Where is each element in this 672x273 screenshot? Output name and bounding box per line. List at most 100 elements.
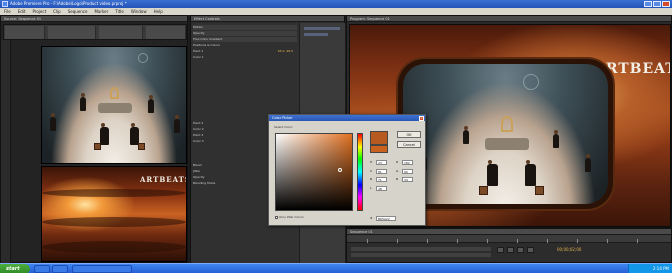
lightness-input[interactable]: 48 (376, 185, 387, 191)
color-field-row: L 48 (370, 185, 424, 192)
tv-frame-shape (398, 59, 613, 209)
menu-help[interactable]: Help (154, 8, 163, 15)
minimize-button[interactable] (644, 1, 652, 7)
timeline-panel: Sequence 01 00;00;02;00 (346, 228, 672, 263)
hue-slider[interactable] (357, 133, 363, 211)
hex-input[interactable]: B65A22 (376, 216, 396, 221)
blue-input[interactable]: 34 (402, 177, 413, 182)
stage-platform (98, 103, 132, 113)
sunset-thumbnail[interactable]: ARTBEATS (41, 166, 187, 262)
menu-title[interactable]: Title (115, 8, 124, 15)
start-button[interactable]: start (0, 264, 30, 273)
audio-track[interactable] (351, 253, 491, 257)
effect-controls-tab[interactable]: Effect Controls (191, 16, 344, 22)
video-track[interactable] (351, 247, 491, 251)
effect-row[interactable]: Opacity (193, 31, 297, 36)
taskbar-item[interactable] (34, 265, 50, 273)
chair (479, 186, 488, 195)
close-icon[interactable]: × (419, 115, 424, 121)
taskbar-item[interactable] (72, 265, 132, 273)
menu-bar: File Edit Project Clip Sequence Marker T… (0, 8, 672, 15)
effect-row[interactable]: Positions & Colors (193, 43, 297, 48)
artbeats-logo: ARTBEATS (140, 175, 187, 184)
menu-sequence[interactable]: Sequence (68, 8, 88, 15)
musician (487, 160, 498, 186)
harp (501, 116, 513, 132)
menu-marker[interactable]: Marker (94, 8, 108, 15)
color-picker-title: Color Picker (272, 116, 293, 120)
keyframe-bar (304, 27, 340, 30)
ok-button[interactable]: OK (397, 131, 421, 138)
cloud-band (42, 189, 186, 197)
color-marker[interactable] (338, 168, 342, 172)
step-back-button[interactable] (497, 247, 504, 253)
tools-column (1, 40, 11, 264)
musician (585, 154, 591, 172)
project-strip (3, 24, 187, 40)
stage-platform (485, 138, 529, 150)
time-ruler[interactable] (347, 235, 671, 243)
taskbar-item[interactable] (52, 265, 68, 273)
transport-controls (497, 247, 534, 253)
menu-window[interactable]: Window (131, 8, 147, 15)
premiere-app-icon (2, 1, 8, 7)
source-panel-tab[interactable]: Source: Sequence 01 (1, 16, 187, 22)
menu-project[interactable]: Project (32, 8, 46, 15)
select-color-label: Select Color: (274, 125, 293, 129)
color-field-row: S 81 G 90 (370, 168, 424, 175)
web-colors-checkbox[interactable]: Only Web Colors (275, 215, 304, 219)
green-input[interactable]: 90 (402, 168, 413, 174)
project-cell[interactable] (5, 26, 45, 39)
loop-button[interactable] (527, 247, 534, 253)
musician (50, 113, 56, 131)
step-forward-button[interactable] (517, 247, 524, 253)
effect-row[interactable]: Four-Color Gradient (193, 37, 297, 42)
project-cell[interactable] (48, 26, 96, 39)
harp (110, 87, 119, 99)
system-tray-clock: 2:14 PM (628, 264, 672, 273)
musician (463, 126, 469, 144)
saturation-input[interactable]: 81 (376, 168, 387, 174)
project-cell[interactable] (146, 26, 186, 39)
cancel-button[interactable]: Cancel (397, 141, 421, 148)
color-picker-dialog: Color Picker × Select Color: OK Cancel H… (268, 114, 426, 226)
color-field-row: B 71 B 34 (370, 176, 424, 183)
window-titlebar: Adobe Premiere Pro - F:\Adobe\Logo\Produ… (0, 0, 672, 8)
stage-light (138, 53, 148, 63)
color-value-fields: H 23 R 182 S 81 G 90 B 71 B 34 L 48 (370, 159, 424, 193)
effect-row[interactable]: Point 1 65.0, 48.0 (193, 49, 297, 54)
menu-edit[interactable]: Edit (18, 8, 26, 15)
new-color-swatch (370, 131, 388, 145)
chair (94, 143, 101, 150)
effect-row[interactable]: Motion (193, 25, 297, 30)
effect-row[interactable]: Color 1 (193, 55, 297, 60)
checkbox-icon[interactable] (275, 215, 278, 219)
red-input[interactable]: 182 (402, 160, 413, 165)
maximize-button[interactable] (653, 1, 661, 7)
musician (100, 123, 109, 145)
color-picker-titlebar: Color Picker × (269, 115, 425, 121)
previous-color-swatch[interactable] (370, 145, 388, 153)
saturation-brightness-field[interactable] (275, 133, 353, 211)
brightness-input[interactable]: 71 (376, 177, 387, 182)
hue-input[interactable]: 23 (376, 160, 387, 165)
keyframe-bar (304, 33, 328, 36)
menu-file[interactable]: File (4, 8, 11, 15)
windows-taskbar: start 2:14 PM (0, 263, 672, 273)
chair (535, 186, 544, 195)
tv-screen (403, 64, 608, 204)
source-panel: Source: Sequence 01 ARTBEATS (0, 15, 188, 264)
play-button[interactable] (507, 247, 514, 253)
stage-thumbnail[interactable] (41, 46, 187, 164)
program-monitor-tab[interactable]: Program: Sequence 01 (347, 16, 671, 22)
musician (553, 130, 559, 148)
menu-clip[interactable]: Clip (53, 8, 61, 15)
project-cell[interactable] (99, 26, 143, 39)
cloud-band (42, 241, 186, 253)
window-title: Adobe Premiere Pro - F:\Adobe\Logo\Produ… (10, 1, 127, 6)
chair (138, 143, 145, 150)
hex-field: # B65A22 (370, 215, 422, 222)
cloud-band (42, 217, 186, 227)
color-field-row: H 23 R 182 (370, 159, 424, 166)
close-button[interactable] (662, 1, 670, 7)
